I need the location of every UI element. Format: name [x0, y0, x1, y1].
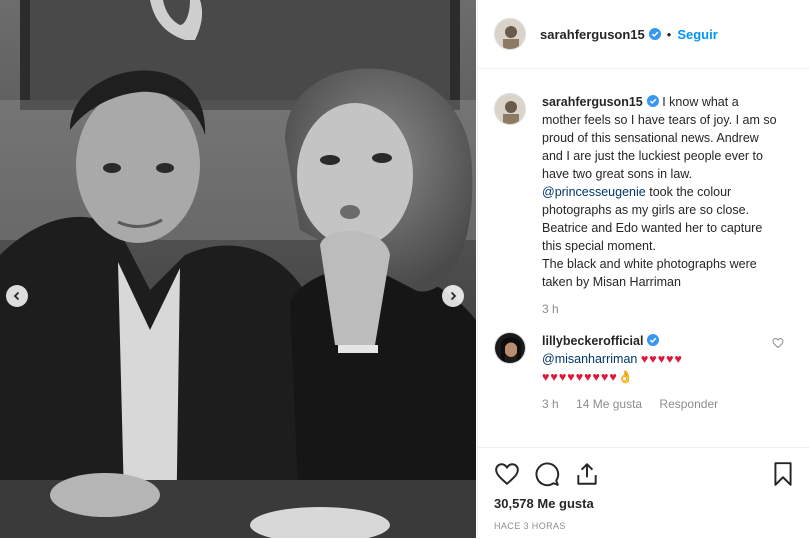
share-icon[interactable]: [574, 461, 600, 487]
commenter-username[interactable]: lillybeckerofficial: [542, 334, 643, 348]
caption-mention[interactable]: @princesseugenie: [542, 185, 646, 199]
comment-item: lillybeckerofficial @misanharriman ♥♥♥♥♥…: [478, 332, 809, 411]
next-photo-button[interactable]: [442, 285, 464, 307]
verified-badge-icon: [647, 334, 660, 346]
author-avatar[interactable]: [494, 18, 526, 50]
comment-mention[interactable]: @misanharriman: [542, 352, 637, 366]
ok-hand-emoji: 👌: [617, 370, 634, 384]
post-side-panel: sarahferguson15 • Seguir sarahferguson15…: [477, 0, 809, 538]
caption-username[interactable]: sarahferguson15: [542, 95, 643, 109]
post-header: sarahferguson15 • Seguir: [478, 0, 809, 69]
comment-text: lillybeckerofficial @misanharriman ♥♥♥♥♥…: [542, 332, 780, 386]
follow-button[interactable]: Seguir: [677, 27, 717, 42]
caption-time[interactable]: 3 h: [542, 302, 559, 316]
caption-body-3: The black and white photographs were tak…: [542, 257, 757, 289]
verified-badge-icon: [646, 95, 659, 107]
caption-author-avatar[interactable]: [494, 93, 526, 125]
bookmark-icon[interactable]: [770, 461, 796, 487]
caption: sarahferguson15 I know what a mother fee…: [478, 93, 809, 316]
comment-time[interactable]: 3 h: [542, 397, 559, 411]
comment-bubble-icon[interactable]: [534, 461, 560, 487]
post-photo: [0, 0, 476, 538]
comment-hearts-line2: ♥♥♥♥♥♥♥♥♥: [542, 370, 618, 384]
commenter-avatar[interactable]: [494, 332, 526, 364]
likes-count[interactable]: 30,578 Me gusta: [494, 496, 594, 511]
comment-like-heart-icon[interactable]: [772, 337, 784, 349]
post-actions: 30,578 Me gusta HACE 3 HORAS: [478, 447, 809, 539]
previous-photo-button[interactable]: [6, 285, 28, 307]
verified-badge-icon: [648, 28, 661, 40]
comment-hearts-line1: ♥♥♥♥♥: [640, 352, 683, 366]
caption-meta: 3 h: [542, 302, 780, 316]
comment-likes[interactable]: 14 Me gusta: [576, 397, 642, 411]
post-timestamp[interactable]: HACE 3 HORAS: [494, 521, 566, 531]
action-icons: [494, 461, 796, 487]
comments-list[interactable]: sarahferguson15 I know what a mother fee…: [478, 69, 809, 447]
separator-dot: •: [666, 26, 672, 42]
instagram-post: sarahferguson15 • Seguir sarahferguson15…: [0, 0, 809, 538]
caption-text: sarahferguson15 I know what a mother fee…: [542, 93, 780, 291]
comment-reply[interactable]: Responder: [659, 397, 718, 411]
photo-illustration: [0, 0, 476, 538]
chevron-left-icon: [13, 291, 20, 301]
author-username[interactable]: sarahferguson15: [540, 27, 645, 42]
comment-meta: 3 h 14 Me gusta Responder: [542, 397, 780, 411]
heart-icon[interactable]: [494, 461, 520, 487]
chevron-right-icon: [450, 291, 457, 301]
